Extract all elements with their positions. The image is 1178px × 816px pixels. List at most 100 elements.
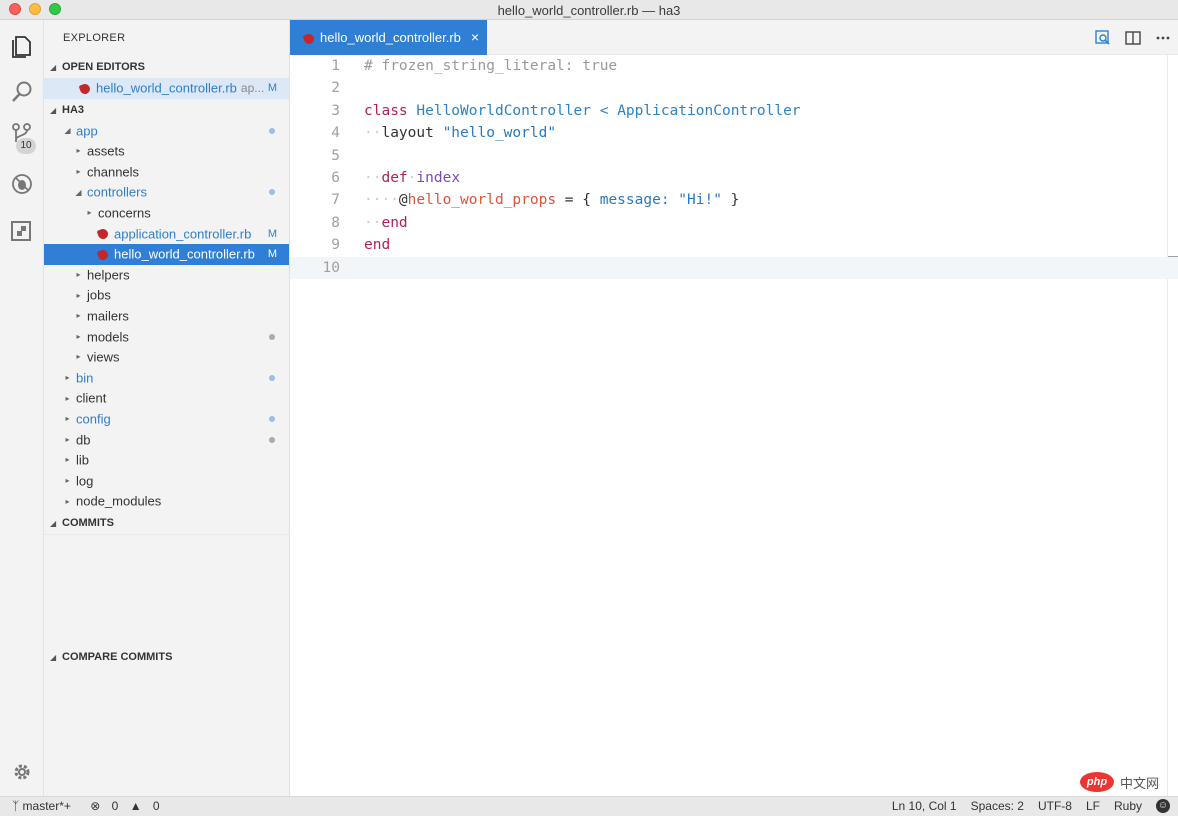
folder-item[interactable]: ▸ lib [44, 450, 289, 471]
more-actions-icon[interactable] [1154, 29, 1172, 47]
tree-item-label: config [76, 411, 111, 427]
tab-hello-world-controller[interactable]: hello_world_controller.rb × [290, 20, 487, 55]
activity-bar: 10 [0, 20, 44, 796]
explorer-icon[interactable] [8, 32, 36, 60]
status-bar: ᛉ master*+ ⊗ 0 ▲ 0 Ln 10, Col 1 Spaces: … [0, 796, 1178, 816]
folder-item[interactable]: ▸ bin [44, 368, 289, 389]
open-editors-header[interactable]: ◢ OPEN EDITORS [44, 56, 289, 78]
code-line[interactable]: 4 ··layout "hello_world" [290, 122, 1178, 144]
line-number: 2 [331, 80, 340, 97]
chevron-right-icon: ▸ [65, 455, 70, 465]
feedback-smiley-icon[interactable]: ☺ [1156, 799, 1170, 813]
tree-item-label: jobs [87, 287, 111, 303]
folder-item[interactable]: ▸ mailers [44, 306, 289, 327]
folder-item[interactable]: ◢ controllers [44, 182, 289, 203]
code-line[interactable]: 3 class HelloWorldController < Applicatio… [290, 100, 1178, 122]
end-of-line[interactable]: LF [1086, 797, 1100, 816]
window-title: hello_world_controller.rb — ha3 [497, 3, 681, 18]
explorer-sidebar: EXPLORER ◢ OPEN EDITORS hello_world_contr… [44, 20, 290, 796]
folder-item[interactable]: ▸ helpers [44, 265, 289, 286]
folder-item[interactable]: ▸ jobs [44, 285, 289, 306]
tree-item-label: helpers [87, 267, 130, 283]
code-token: message: [599, 192, 670, 209]
file-item[interactable]: hello_world_controller.rb M [44, 244, 289, 265]
code-line[interactable]: 6 ··def·index [290, 167, 1178, 189]
code-token: ApplicationController [617, 102, 801, 119]
folder-item[interactable]: ▸ client [44, 388, 289, 409]
ruby-file-icon [302, 32, 316, 45]
extensions-icon[interactable] [8, 217, 36, 245]
language-mode[interactable]: Ruby [1114, 797, 1142, 816]
php-logo: php [1080, 772, 1114, 792]
file-tree: ◢ app ▸ assets ▸ channels ◢ controllers ▸ concern… [44, 121, 289, 512]
indentation[interactable]: Spaces: 2 [971, 797, 1024, 816]
tree-item-label: assets [87, 143, 125, 159]
git-status-badge: M [267, 248, 277, 261]
code-line[interactable]: 8 ··end [290, 212, 1178, 234]
search-icon[interactable] [8, 78, 36, 106]
code-token: ·· [364, 170, 382, 186]
line-number: 10 [322, 259, 340, 276]
tab-close-icon[interactable]: × [471, 20, 479, 55]
code-editor[interactable]: 1 # frozen_string_literal: true 2 3 class He… [290, 55, 1178, 796]
folder-item[interactable]: ▸ assets [44, 141, 289, 162]
cursor-position[interactable]: Ln 10, Col 1 [892, 797, 957, 816]
compare-commits-header[interactable]: ◢ COMPARE COMMITS [44, 645, 289, 668]
open-editor-item[interactable]: hello_world_controller.rb ap... M [44, 78, 289, 99]
open-changes-icon[interactable] [1094, 29, 1112, 47]
editor-actions [1094, 20, 1172, 55]
folder-item[interactable]: ▸ db [44, 430, 289, 451]
folder-item[interactable]: ▸ views [44, 347, 289, 368]
folder-item[interactable]: ◢ app [44, 121, 289, 142]
code-token: } [721, 192, 740, 209]
code-text: ··end [364, 212, 408, 234]
code-text: end [364, 234, 390, 256]
tree-item-label: views [87, 349, 120, 365]
line-number: 6 [331, 170, 340, 186]
code-line[interactable]: 9 end [290, 234, 1178, 256]
ruby-file-icon [96, 248, 110, 262]
folder-item[interactable]: ▸ node_modules [44, 491, 289, 512]
code-token: layout [381, 125, 443, 142]
settings-gear-icon[interactable] [8, 758, 36, 786]
commits-header[interactable]: ◢ COMMITS [44, 511, 289, 534]
debug-icon[interactable] [8, 170, 36, 198]
code-token: "hello_world" [442, 125, 557, 142]
folder-item[interactable]: ▸ models [44, 327, 289, 348]
change-dot-icon [269, 436, 275, 443]
branch-indicator[interactable]: ᛉ master*+ [12, 799, 79, 813]
ruby-file-icon [96, 227, 110, 241]
code-text: ··def·index [364, 167, 460, 189]
code-line[interactable]: 2 [290, 77, 1178, 99]
problems-indicator[interactable]: ⊗ 0 ▲ 0 [90, 799, 167, 813]
code-line[interactable]: 7 ····@hello_world_props = { message: "Hi… [290, 189, 1178, 211]
code-token: index [416, 170, 461, 186]
folder-item[interactable]: ▸ config [44, 409, 289, 430]
tree-item-label: mailers [87, 308, 129, 324]
code-token: ·· [364, 214, 382, 231]
code-line[interactable]: 10 [290, 256, 1178, 279]
folder-item[interactable]: ▸ concerns [44, 203, 289, 224]
code-token: # frozen_string_literal: true [364, 58, 618, 74]
chevron-right-icon: ▸ [76, 290, 81, 300]
code-token: ···· [364, 192, 399, 209]
explorer-title: EXPLORER [63, 32, 126, 44]
line-number: 5 [331, 147, 340, 164]
line-number: 7 [331, 192, 340, 209]
chevron-right-icon: ▸ [65, 414, 70, 424]
file-item[interactable]: application_controller.rb M [44, 224, 289, 245]
split-editor-icon[interactable] [1124, 29, 1142, 47]
scm-badge: 10 [16, 138, 36, 154]
chevron-right-icon: ▸ [65, 475, 70, 485]
code-token: class [364, 102, 408, 119]
encoding[interactable]: UTF-8 [1038, 797, 1072, 816]
chevron-down-icon: ◢ [64, 125, 71, 135]
tree-item-label: node_modules [76, 493, 162, 509]
code-line[interactable]: 5 [290, 145, 1178, 167]
code-line[interactable]: 1 # frozen_string_literal: true [290, 55, 1178, 77]
folder-item[interactable]: ▸ log [44, 471, 289, 492]
folder-item[interactable]: ▸ channels [44, 162, 289, 183]
change-dot-icon [269, 333, 275, 340]
project-header[interactable]: ◢ HA3 [44, 98, 289, 121]
